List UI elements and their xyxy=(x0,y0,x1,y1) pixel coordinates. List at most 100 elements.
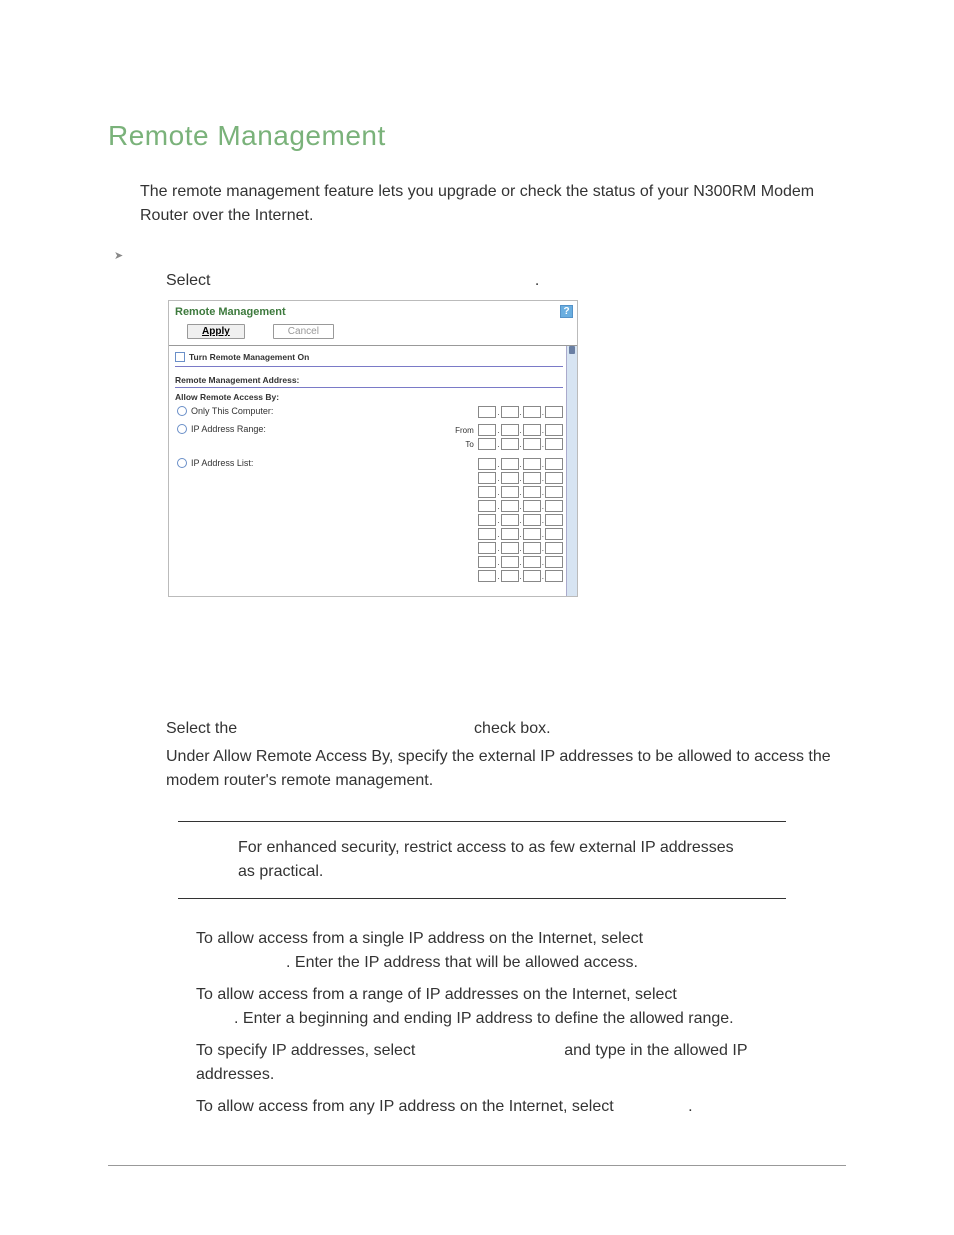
panel-buttons: Apply Cancel xyxy=(169,320,577,345)
help-icon[interactable]: ? xyxy=(560,305,573,318)
ip-octet-input[interactable] xyxy=(545,528,563,540)
only-this-radio[interactable] xyxy=(177,406,187,416)
page-title: Remote Management xyxy=(108,120,846,152)
ip-list-entry: ... xyxy=(478,556,563,568)
scrollbar-thumb[interactable] xyxy=(569,346,575,354)
ip-octet-input[interactable] xyxy=(523,458,541,470)
only-this-label: Only This Computer: xyxy=(191,406,273,416)
cancel-button[interactable]: Cancel xyxy=(273,324,334,339)
ip-octet-input[interactable] xyxy=(523,424,541,436)
allow-header: Allow Remote Access By: xyxy=(175,392,563,402)
ip-octet-input[interactable] xyxy=(478,528,496,540)
ip-octet-input[interactable] xyxy=(523,472,541,484)
ip-octet-input[interactable] xyxy=(478,514,496,526)
range-to: To ... xyxy=(455,438,563,450)
ip-list-entry: ... xyxy=(478,542,563,554)
ip-list-entry: ... xyxy=(478,458,563,470)
from-label: From xyxy=(455,426,474,435)
ip-octet-input[interactable] xyxy=(523,514,541,526)
ip-octet-input[interactable] xyxy=(478,570,496,582)
ip-list-entry: ... xyxy=(478,472,563,484)
ip-octet-input[interactable] xyxy=(523,542,541,554)
apply-button[interactable]: Apply xyxy=(187,324,245,339)
to-label: To xyxy=(465,440,473,449)
ip-octet-input[interactable] xyxy=(501,542,519,554)
turn-on-label: Turn Remote Management On xyxy=(189,352,309,362)
ip-octet-input[interactable] xyxy=(478,438,496,450)
ip-octet-input[interactable] xyxy=(545,438,563,450)
only-this-computer-row: Only This Computer: ... xyxy=(177,406,563,418)
ip-octet-input[interactable] xyxy=(545,458,563,470)
ip-octet-input[interactable] xyxy=(545,570,563,582)
ip-octet-input[interactable] xyxy=(545,556,563,568)
address-header: Remote Management Address: xyxy=(175,373,563,388)
range-from: From ... xyxy=(455,424,563,436)
ip-list-entry: ... xyxy=(478,514,563,526)
b1a: To allow access from a single IP address… xyxy=(196,930,643,947)
ip-octet-input[interactable] xyxy=(545,500,563,512)
b3a: To specify IP addresses, select xyxy=(196,1042,420,1059)
ip-octet-input[interactable] xyxy=(478,472,496,484)
ip-octet-input[interactable] xyxy=(478,406,496,418)
ip-octet-input[interactable] xyxy=(478,542,496,554)
router-screenshot: Remote Management ? Apply Cancel Turn Re… xyxy=(168,300,846,597)
ip-octet-input[interactable] xyxy=(523,406,541,418)
bullet-single-ip: To allow access from a single IP address… xyxy=(196,927,818,975)
ip-list-entry: ... xyxy=(478,570,563,582)
ip-octet-input[interactable] xyxy=(523,570,541,582)
bullet-ip-range: To allow access from a range of IP addre… xyxy=(196,983,818,1031)
remote-mgmt-panel: Remote Management ? Apply Cancel Turn Re… xyxy=(168,300,578,597)
b2a: To allow access from a range of IP addre… xyxy=(196,986,677,1003)
ip-octet-input[interactable] xyxy=(501,570,519,582)
ip-octet-input[interactable] xyxy=(545,486,563,498)
ip-octet-input[interactable] xyxy=(501,424,519,436)
ip-octet-input[interactable] xyxy=(501,486,519,498)
panel-scroll-area: Turn Remote Management On Remote Managem… xyxy=(169,345,577,596)
ip-range-label: IP Address Range: xyxy=(191,424,266,434)
step2-text-a: Select the xyxy=(166,720,242,737)
ip-octet-input[interactable] xyxy=(501,406,519,418)
ip-list-entry: ... xyxy=(478,486,563,498)
procedure-arrow: ➤ xyxy=(114,246,846,264)
ip-octet-input[interactable] xyxy=(478,556,496,568)
b1b: . Enter the IP address that will be allo… xyxy=(286,954,638,971)
b4a: To allow access from any IP address on t… xyxy=(196,1098,618,1115)
ip-octet-input[interactable] xyxy=(478,424,496,436)
access-options: To allow access from a single IP address… xyxy=(196,927,818,1119)
ip-list-radio[interactable] xyxy=(177,458,187,468)
ip-list-row: IP Address List: ... ... ... ... ... ...… xyxy=(177,458,563,584)
ip-octet-input[interactable] xyxy=(523,500,541,512)
step-select-path: Select . xyxy=(166,272,846,290)
footer-divider xyxy=(108,1165,846,1166)
ip-octet-input[interactable] xyxy=(523,556,541,568)
ip-octet-input[interactable] xyxy=(545,406,563,418)
ip-octet-input[interactable] xyxy=(501,556,519,568)
ip-octet-input[interactable] xyxy=(478,500,496,512)
ip-octet-input[interactable] xyxy=(501,458,519,470)
ip-octet-input[interactable] xyxy=(501,514,519,526)
ip-octet-input[interactable] xyxy=(523,528,541,540)
b4b: . xyxy=(688,1098,692,1115)
panel-titlebar: Remote Management ? xyxy=(169,301,577,320)
ip-octet-input[interactable] xyxy=(478,486,496,498)
ip-octet-input[interactable] xyxy=(478,458,496,470)
ip-range-row: IP Address Range: From ... To ... xyxy=(177,424,563,452)
ip-list-label: IP Address List: xyxy=(191,458,253,468)
ip-octet-input[interactable] xyxy=(523,438,541,450)
b2b: . Enter a beginning and ending IP addres… xyxy=(234,1010,734,1027)
ip-octet-input[interactable] xyxy=(545,472,563,484)
turn-on-checkbox[interactable] xyxy=(175,352,185,362)
ip-octet-input[interactable] xyxy=(523,486,541,498)
ip-octet-input[interactable] xyxy=(501,438,519,450)
ip-octet-input[interactable] xyxy=(501,472,519,484)
turn-on-row: Turn Remote Management On xyxy=(175,350,563,367)
ip-range-radio[interactable] xyxy=(177,424,187,434)
step1-pre: Select xyxy=(166,272,215,289)
ip-octet-input[interactable] xyxy=(545,542,563,554)
ip-octet-input[interactable] xyxy=(545,514,563,526)
panel-title: Remote Management xyxy=(175,306,286,318)
ip-octet-input[interactable] xyxy=(501,528,519,540)
ip-octet-input[interactable] xyxy=(545,424,563,436)
step1-post: . xyxy=(535,272,539,289)
ip-octet-input[interactable] xyxy=(501,500,519,512)
